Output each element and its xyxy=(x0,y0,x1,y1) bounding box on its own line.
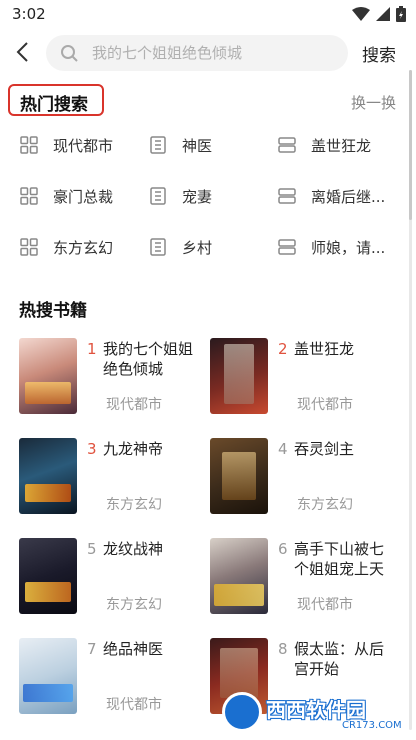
grid-icon xyxy=(20,238,38,256)
hot-tag-label: 离婚后继... xyxy=(311,187,386,206)
search-button[interactable]: 搜索 xyxy=(362,41,396,66)
book-rank: 3 xyxy=(87,440,97,458)
book-icon xyxy=(150,136,166,154)
tag-row: 东方玄幻 乡村 师娘，请... xyxy=(0,224,416,275)
search-icon xyxy=(61,45,78,62)
watermark-url: CR173.COM xyxy=(342,720,402,731)
grid-icon xyxy=(20,187,38,205)
grid-icon xyxy=(20,136,38,154)
book-category: 东方玄幻 xyxy=(106,497,162,513)
watermark-brand: 西西软件园 xyxy=(266,698,366,722)
book-cover xyxy=(19,438,77,514)
hot-tag-label: 现代都市 xyxy=(53,136,114,155)
book-name: 我的七个姐姐绝色倾城 xyxy=(103,340,194,378)
back-arrow-icon[interactable] xyxy=(12,40,36,64)
hot-tag-label: 师娘，请... xyxy=(311,238,386,257)
hot-tag-label: 神医 xyxy=(182,136,213,155)
search-input[interactable] xyxy=(92,35,332,71)
book-rank: 2 xyxy=(278,340,288,358)
hot-tag[interactable]: 宠妻 xyxy=(149,183,212,209)
book-category: 东方玄幻 xyxy=(297,497,353,513)
book-cover xyxy=(210,338,268,414)
hot-search-title: 热门搜索 xyxy=(20,95,88,115)
book-item[interactable]: 2 盖世狂龙 现代都市 xyxy=(210,338,400,422)
book-rank: 4 xyxy=(278,440,288,458)
book-rank: 6 xyxy=(278,540,288,558)
book-icon xyxy=(150,187,166,205)
hot-search-header: 热门搜索 换一换 xyxy=(0,82,416,122)
hot-tag-label: 东方玄幻 xyxy=(53,238,114,257)
book-cover xyxy=(19,338,77,414)
hot-tag[interactable]: 现代都市 xyxy=(20,132,113,158)
book-item[interactable]: 4 吞灵剑主 东方玄幻 xyxy=(210,438,400,522)
hot-tag[interactable]: 乡村 xyxy=(149,234,212,260)
book-rank: 5 xyxy=(87,540,97,558)
search-box[interactable] xyxy=(46,35,348,71)
book-item[interactable]: 1 我的七个姐姐绝色倾城 现代都市 xyxy=(19,338,209,422)
hot-tag-label: 盖世狂龙 xyxy=(311,136,372,155)
hot-tag[interactable]: 神医 xyxy=(149,132,212,158)
hot-search-highlight-box: 热门搜索 xyxy=(8,84,104,116)
book-cover xyxy=(19,538,77,614)
wifi-icon xyxy=(352,7,370,21)
book-name: 假太监：从后宫开始 xyxy=(294,640,385,678)
refresh-button[interactable]: 换一换 xyxy=(351,92,396,113)
hot-tag[interactable]: 豪门总裁 xyxy=(20,183,113,209)
hot-tag[interactable]: 离婚后继... xyxy=(278,183,385,209)
search-bar: 搜索 xyxy=(0,32,416,74)
hot-tag[interactable]: 盖世狂龙 xyxy=(278,132,371,158)
book-category: 现代都市 xyxy=(297,597,353,613)
scrollbar[interactable] xyxy=(409,70,412,730)
book-name: 龙纹战神 xyxy=(103,540,164,558)
book-name: 绝品神医 xyxy=(103,640,164,658)
book-cover xyxy=(210,438,268,514)
status-time: 3:02 xyxy=(12,5,46,23)
book-cover xyxy=(19,638,77,714)
book-item[interactable]: 7 绝品神医 现代都市 xyxy=(19,638,209,722)
hot-search-tags: 现代都市 神医 盖世狂龙 豪门总裁 宠妻 离婚后继... 东方玄幻 乡村 师娘，… xyxy=(0,122,416,275)
list-icon xyxy=(278,188,296,204)
book-name: 九龙神帝 xyxy=(103,440,164,458)
hot-tag-label: 宠妻 xyxy=(182,187,213,206)
watermark: 西西软件园 CR173.COM xyxy=(222,690,414,736)
book-item[interactable]: 5 龙纹战神 东方玄幻 xyxy=(19,538,209,622)
list-icon xyxy=(278,137,296,153)
watermark-logo-icon xyxy=(222,692,262,732)
book-category: 现代都市 xyxy=(106,697,162,713)
hot-books-title: 热搜书籍 xyxy=(19,301,87,321)
hot-tag[interactable]: 师娘，请... xyxy=(278,234,385,260)
book-icon xyxy=(150,238,166,256)
book-rank: 7 xyxy=(87,640,97,658)
book-category: 东方玄幻 xyxy=(106,597,162,613)
book-item[interactable]: 3 九龙神帝 东方玄幻 xyxy=(19,438,209,522)
book-category: 现代都市 xyxy=(106,397,162,413)
book-cover xyxy=(210,538,268,614)
book-rank: 1 xyxy=(87,340,97,358)
status-icons xyxy=(352,6,406,22)
book-rank: 8 xyxy=(278,640,288,658)
status-bar: 3:02 xyxy=(0,0,416,30)
battery-icon xyxy=(396,6,406,22)
hot-tag[interactable]: 东方玄幻 xyxy=(20,234,113,260)
book-name: 吞灵剑主 xyxy=(294,440,355,458)
book-name: 盖世狂龙 xyxy=(294,340,355,358)
hot-tag-label: 乡村 xyxy=(182,238,213,257)
tag-row: 豪门总裁 宠妻 离婚后继... xyxy=(0,173,416,224)
book-name: 高手下山被七个姐姐宠上天 xyxy=(294,540,385,578)
book-item[interactable]: 6 高手下山被七个姐姐宠上天 现代都市 xyxy=(210,538,400,622)
book-category: 现代都市 xyxy=(297,397,353,413)
scrollbar-thumb[interactable] xyxy=(409,70,412,220)
list-icon xyxy=(278,239,296,255)
hot-tag-label: 豪门总裁 xyxy=(53,187,114,206)
tag-row: 现代都市 神医 盖世狂龙 xyxy=(0,122,416,173)
signal-icon xyxy=(376,7,390,21)
